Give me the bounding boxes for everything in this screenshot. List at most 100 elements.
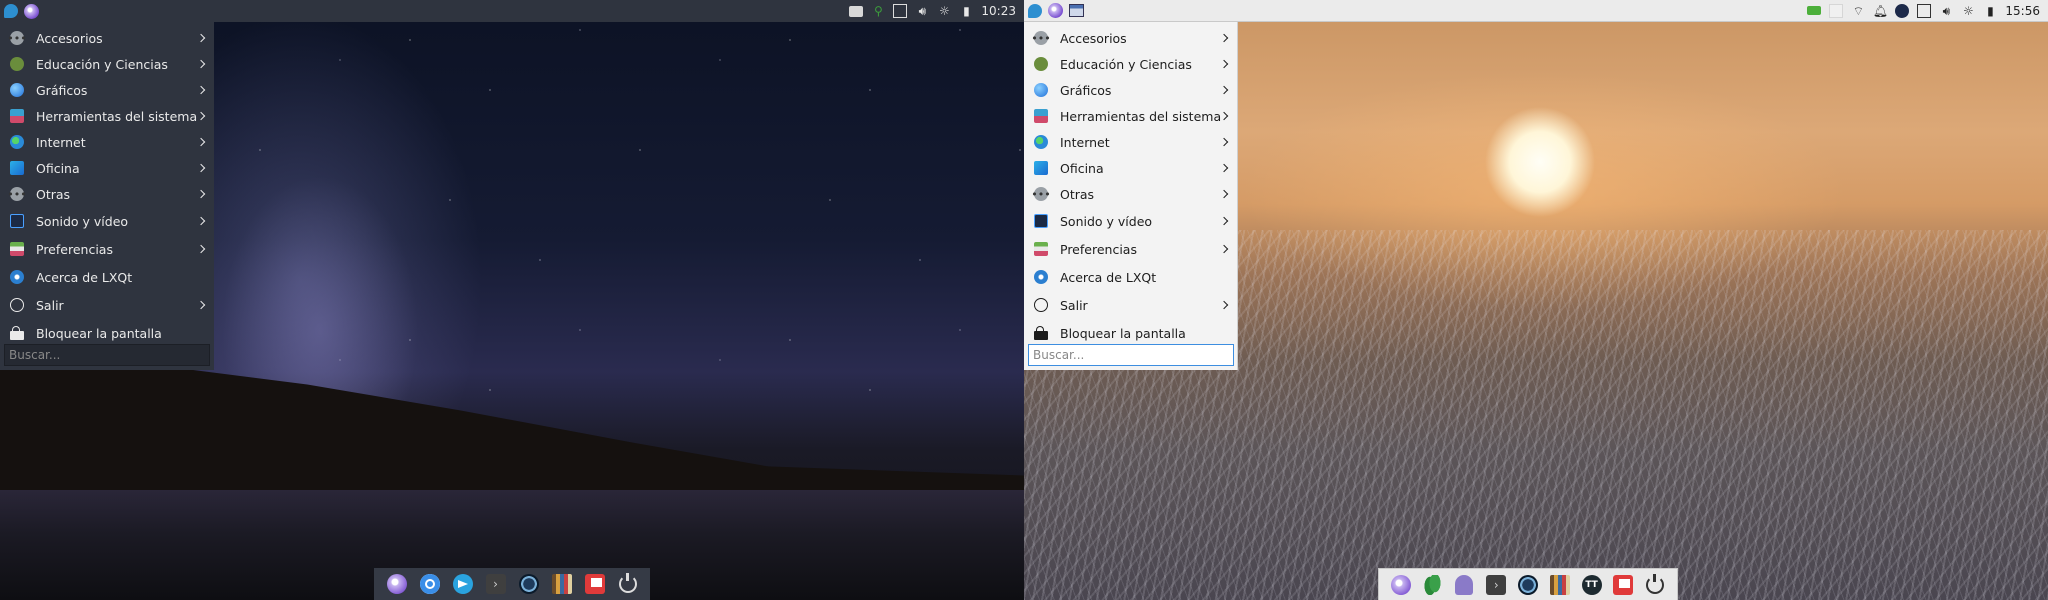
blank-icon[interactable] bbox=[1829, 3, 1844, 18]
main-menu-icon[interactable] bbox=[4, 4, 18, 18]
clock[interactable]: 10:23 bbox=[981, 4, 1016, 18]
battery-icon[interactable]: ▮ bbox=[1983, 4, 1997, 18]
battery-status-icon[interactable] bbox=[1807, 6, 1822, 15]
dock-item-spotify[interactable] bbox=[1516, 572, 1540, 598]
chevron-right-icon bbox=[1219, 163, 1229, 173]
dock-item-orb[interactable] bbox=[384, 571, 409, 597]
menu-item-label: Gráficos bbox=[36, 82, 88, 98]
menu-item-graficos[interactable]: Gráficos bbox=[0, 77, 214, 103]
other-icon: ••• bbox=[7, 187, 27, 201]
books-icon bbox=[551, 574, 572, 594]
menu-item-salir[interactable]: Salir bbox=[0, 291, 214, 319]
menu-item-label: Salir bbox=[36, 297, 64, 313]
menu-item-preferencias[interactable]: Preferencias bbox=[1024, 235, 1237, 263]
network-signal-icon[interactable]: ⚲ bbox=[871, 4, 885, 18]
volume-icon[interactable]: 🔊︎ bbox=[1939, 4, 1953, 18]
menu-item-internet[interactable]: Internet bbox=[1024, 129, 1237, 155]
menu-item-label: Oficina bbox=[36, 160, 80, 176]
internet-icon bbox=[1034, 135, 1048, 149]
dock: › TT bbox=[1378, 568, 1678, 600]
dock-item-books[interactable] bbox=[1548, 572, 1572, 598]
dock-item-orb[interactable] bbox=[1389, 572, 1413, 598]
menu-item-label: Educación y Ciencias bbox=[1060, 56, 1192, 72]
menu-item-herramientas[interactable]: Herramientas del sistema bbox=[0, 103, 214, 129]
chevron-right-icon bbox=[1219, 59, 1229, 69]
menu-item-label: Acerca de LXQt bbox=[1060, 269, 1157, 285]
menu-item-label: Bloquear la pantalla bbox=[36, 325, 162, 341]
menu-item-bloquear[interactable]: Bloquear la pantalla bbox=[1024, 319, 1237, 347]
menu-item-graficos[interactable]: Gráficos bbox=[1024, 77, 1237, 103]
internet-icon bbox=[10, 135, 24, 149]
chevron-right-icon bbox=[196, 163, 206, 173]
menu-item-label: Preferencias bbox=[1060, 241, 1137, 257]
lock-icon bbox=[10, 325, 24, 340]
brightness-icon[interactable]: ☼ bbox=[1961, 4, 1975, 18]
dock-item-flag[interactable] bbox=[582, 571, 607, 597]
menu-item-oficina[interactable]: Oficina bbox=[0, 155, 214, 181]
about-icon bbox=[1034, 270, 1048, 284]
dock-item-telegram[interactable] bbox=[450, 571, 475, 597]
menu-item-otras[interactable]: ••• Otras bbox=[0, 181, 214, 207]
graphics-icon bbox=[10, 83, 24, 97]
menu-item-sonido-video[interactable]: Sonido y vídeo bbox=[0, 207, 214, 235]
notification-bell-icon[interactable]: 🔔︎ bbox=[1873, 4, 1888, 18]
chevron-right-icon bbox=[1219, 189, 1229, 199]
menu-item-preferencias[interactable]: Preferencias bbox=[0, 235, 214, 263]
spotify-icon bbox=[1518, 574, 1539, 595]
orb-app-icon bbox=[1390, 574, 1411, 595]
top-panel: ⌔ 🔔︎ 🔊︎ ☼ ▮ 15:56 bbox=[1024, 0, 2048, 22]
volume-icon[interactable]: 🔊︎ bbox=[915, 4, 929, 18]
dock-item-disc[interactable]: TT bbox=[1580, 572, 1604, 598]
menu-item-educacion[interactable]: Educación y Ciencias bbox=[1024, 51, 1237, 77]
wifi-icon[interactable]: ⌔ bbox=[1851, 4, 1865, 18]
menu-item-herramientas[interactable]: Herramientas del sistema bbox=[1024, 103, 1237, 129]
menu-item-label: Otras bbox=[36, 186, 71, 202]
main-menu-icon[interactable] bbox=[1028, 3, 1042, 18]
dock-item-flag[interactable] bbox=[1611, 572, 1635, 598]
dock-item-terminal[interactable]: › bbox=[483, 571, 508, 597]
chevron-right-icon bbox=[196, 216, 206, 226]
power-icon bbox=[1646, 573, 1665, 594]
menu-item-salir[interactable]: Salir bbox=[1024, 291, 1237, 319]
accessories-icon: ••• bbox=[7, 31, 27, 45]
dock-item-ghost[interactable] bbox=[1453, 572, 1477, 598]
terminal-icon: › bbox=[1486, 574, 1507, 595]
menu-item-acerca-lxqt[interactable]: Acerca de LXQt bbox=[1024, 263, 1237, 291]
circle-app-icon[interactable] bbox=[1895, 3, 1910, 18]
menu-item-otras[interactable]: ••• Otras bbox=[1024, 181, 1237, 207]
dock-item-chat[interactable] bbox=[417, 571, 442, 597]
battery-icon[interactable]: ▮ bbox=[959, 4, 973, 18]
dock-item-power[interactable] bbox=[1643, 572, 1667, 598]
menu-item-accesorios[interactable]: ••• Accesorios bbox=[0, 25, 214, 51]
menu-item-label: Educación y Ciencias bbox=[36, 56, 168, 72]
search-input[interactable] bbox=[1028, 344, 1234, 366]
orb-app-icon[interactable] bbox=[1048, 3, 1063, 18]
window-icon[interactable] bbox=[1917, 3, 1932, 18]
menu-item-acerca-lxqt[interactable]: Acerca de LXQt bbox=[0, 263, 214, 291]
chevron-right-icon bbox=[1219, 85, 1229, 95]
media-icon[interactable] bbox=[849, 5, 864, 17]
menu-item-educacion[interactable]: Educación y Ciencias bbox=[0, 51, 214, 77]
menu-item-accesorios[interactable]: ••• Accesorios bbox=[1024, 25, 1237, 51]
window-icon[interactable] bbox=[893, 4, 908, 18]
orb-app-icon[interactable] bbox=[24, 3, 39, 19]
menu-item-internet[interactable]: Internet bbox=[0, 129, 214, 155]
dock-item-books[interactable] bbox=[549, 571, 574, 597]
top-panel: ⚲ 🔊︎ ☼ ▮ 10:23 bbox=[0, 0, 1024, 22]
dock-item-power[interactable] bbox=[615, 571, 640, 597]
chevron-right-icon bbox=[196, 244, 206, 254]
menu-item-label: Gráficos bbox=[1060, 82, 1112, 98]
menu-item-sonido-video[interactable]: Sonido y vídeo bbox=[1024, 207, 1237, 235]
menu-item-bloquear[interactable]: Bloquear la pantalla bbox=[0, 319, 214, 347]
clock[interactable]: 15:56 bbox=[2005, 4, 2040, 18]
preferences-icon bbox=[10, 242, 24, 256]
search-input[interactable] bbox=[4, 344, 210, 366]
dock-item-leaf[interactable] bbox=[1421, 572, 1445, 598]
brightness-icon[interactable]: ☼ bbox=[937, 4, 951, 18]
menu-item-oficina[interactable]: Oficina bbox=[1024, 155, 1237, 181]
window-app-icon[interactable] bbox=[1069, 4, 1084, 17]
orb-app-icon bbox=[386, 574, 407, 594]
menu-item-label: Internet bbox=[36, 134, 86, 150]
dock-item-spotify[interactable] bbox=[516, 571, 541, 597]
dock-item-terminal[interactable]: › bbox=[1484, 572, 1508, 598]
